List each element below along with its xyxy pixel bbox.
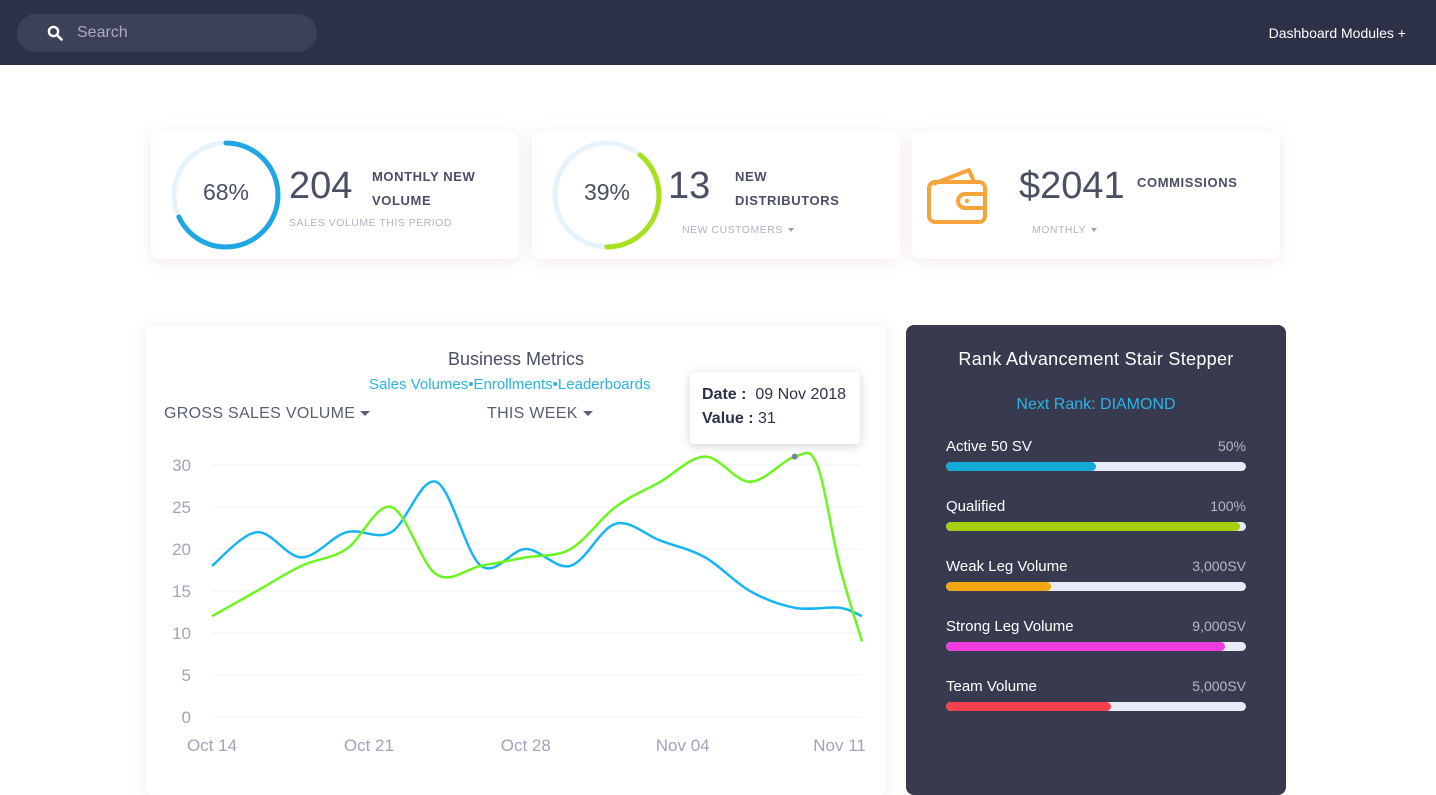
rank-progress-fill — [946, 582, 1051, 591]
rank-progress-track — [946, 582, 1246, 591]
rank-progress-track — [946, 462, 1246, 471]
y-tick-label: 10 — [172, 624, 191, 643]
commissions-card: $2041 COMMISSIONS MONTHLY — [912, 131, 1280, 259]
y-tick-label: 5 — [182, 666, 191, 685]
distributors-label: NEW DISTRIBUTORS — [735, 165, 839, 213]
y-tick-label: 0 — [182, 708, 191, 727]
tooltip-value-label: Value : — [702, 410, 754, 427]
tooltip-date-label: Date : — [702, 386, 747, 403]
next-rank: Next Rank: DIAMOND — [1016, 396, 1176, 413]
wallet-icon — [927, 168, 987, 224]
rank-progress-track — [946, 702, 1246, 711]
chevron-down-icon — [1091, 228, 1098, 233]
dashboard-modules-button[interactable]: Dashboard Modules + — [1269, 25, 1406, 41]
x-tick-label: Oct 28 — [501, 736, 551, 755]
monthly-dropdown[interactable]: MONTHLY — [1032, 224, 1098, 236]
x-tick-label: Oct 14 — [187, 736, 237, 755]
y-tick-label: 20 — [172, 540, 191, 559]
rank-item-value: 5,000SV — [1192, 678, 1246, 694]
rank-item: Strong Leg Volume 9,000SV — [946, 618, 1246, 658]
rank-progress-track — [946, 522, 1246, 531]
rank-item-label: Strong Leg Volume — [946, 618, 1074, 635]
distributors-number: 13 — [668, 165, 711, 207]
rank-item: Weak Leg Volume 3,000SV — [946, 558, 1246, 598]
volume-percent: 68% — [202, 179, 250, 205]
top-bar: Search Dashboard Modules + — [0, 0, 1436, 65]
rank-item: Active 50 SV 50% — [946, 438, 1246, 478]
monthly-volume-card: 68% 204 MONTHLY NEW VOLUME SALES VOLUME … — [151, 131, 519, 259]
rank-item-label: Team Volume — [946, 678, 1037, 695]
volume-label: MONTHLY NEW VOLUME — [372, 165, 475, 213]
commissions-label: COMMISSIONS — [1137, 175, 1238, 190]
rank-item: Qualified 100% — [946, 498, 1246, 538]
new-customers-label: NEW CUSTOMERS — [682, 224, 783, 236]
x-tick-label: Nov 04 — [656, 736, 710, 755]
rank-item: Team Volume 5,000SV — [946, 678, 1246, 718]
tooltip-value-value: 31 — [758, 410, 776, 427]
rank-item-label: Active 50 SV — [946, 438, 1032, 455]
distributors-label-line1: NEW — [735, 169, 768, 184]
y-tick-label: 25 — [172, 498, 191, 517]
new-distributors-card: 39% 13 NEW DISTRIBUTORS NEW CUSTOMERS — [532, 131, 900, 259]
search-icon — [47, 25, 63, 41]
rank-item-label: Qualified — [946, 498, 1006, 515]
x-tick-label: Nov 11 — [813, 736, 866, 755]
chevron-down-icon — [787, 228, 794, 233]
y-tick-label: 15 — [172, 582, 191, 601]
x-tick-label: Oct 21 — [344, 736, 394, 755]
distributors-label-line2: DISTRIBUTORS — [735, 193, 840, 208]
rank-progress-fill — [946, 522, 1240, 531]
chart-tooltip: Date : 09 Nov 2018 Value : 31 — [690, 372, 860, 444]
rank-item-label: Weak Leg Volume — [946, 558, 1068, 575]
search-box[interactable]: Search — [17, 14, 317, 52]
hover-point-marker[interactable] — [791, 453, 798, 460]
commissions-number: $2041 — [1019, 165, 1125, 207]
rank-progress-fill — [946, 462, 1096, 471]
volume-number: 204 — [289, 165, 353, 207]
new-customers-dropdown[interactable]: NEW CUSTOMERS — [682, 224, 794, 236]
rank-title: Rank Advancement Stair Stepper — [958, 349, 1234, 369]
rank-progress-fill — [946, 642, 1225, 651]
volume-label-line2: VOLUME — [372, 193, 432, 208]
rank-progress-fill — [946, 702, 1111, 711]
rank-advancement-panel: Rank Advancement Stair Stepper Next Rank… — [906, 325, 1286, 795]
volume-label-line1: MONTHLY NEW — [372, 169, 476, 184]
tooltip-date-value: 09 Nov 2018 — [755, 386, 847, 403]
search-input[interactable]: Search — [77, 24, 128, 42]
rank-progress-track — [946, 642, 1246, 651]
volume-sub: SALES VOLUME THIS PERIOD — [289, 217, 452, 229]
y-tick-label: 30 — [172, 456, 191, 475]
series-line-green — [211, 451, 864, 642]
rank-item-value: 100% — [1210, 498, 1246, 514]
monthly-label: MONTHLY — [1032, 224, 1087, 236]
rank-item-value: 9,000SV — [1192, 618, 1246, 634]
rank-item-value: 50% — [1217, 438, 1246, 454]
rank-item-value: 3,000SV — [1192, 558, 1246, 574]
distributors-percent: 39% — [583, 179, 631, 205]
